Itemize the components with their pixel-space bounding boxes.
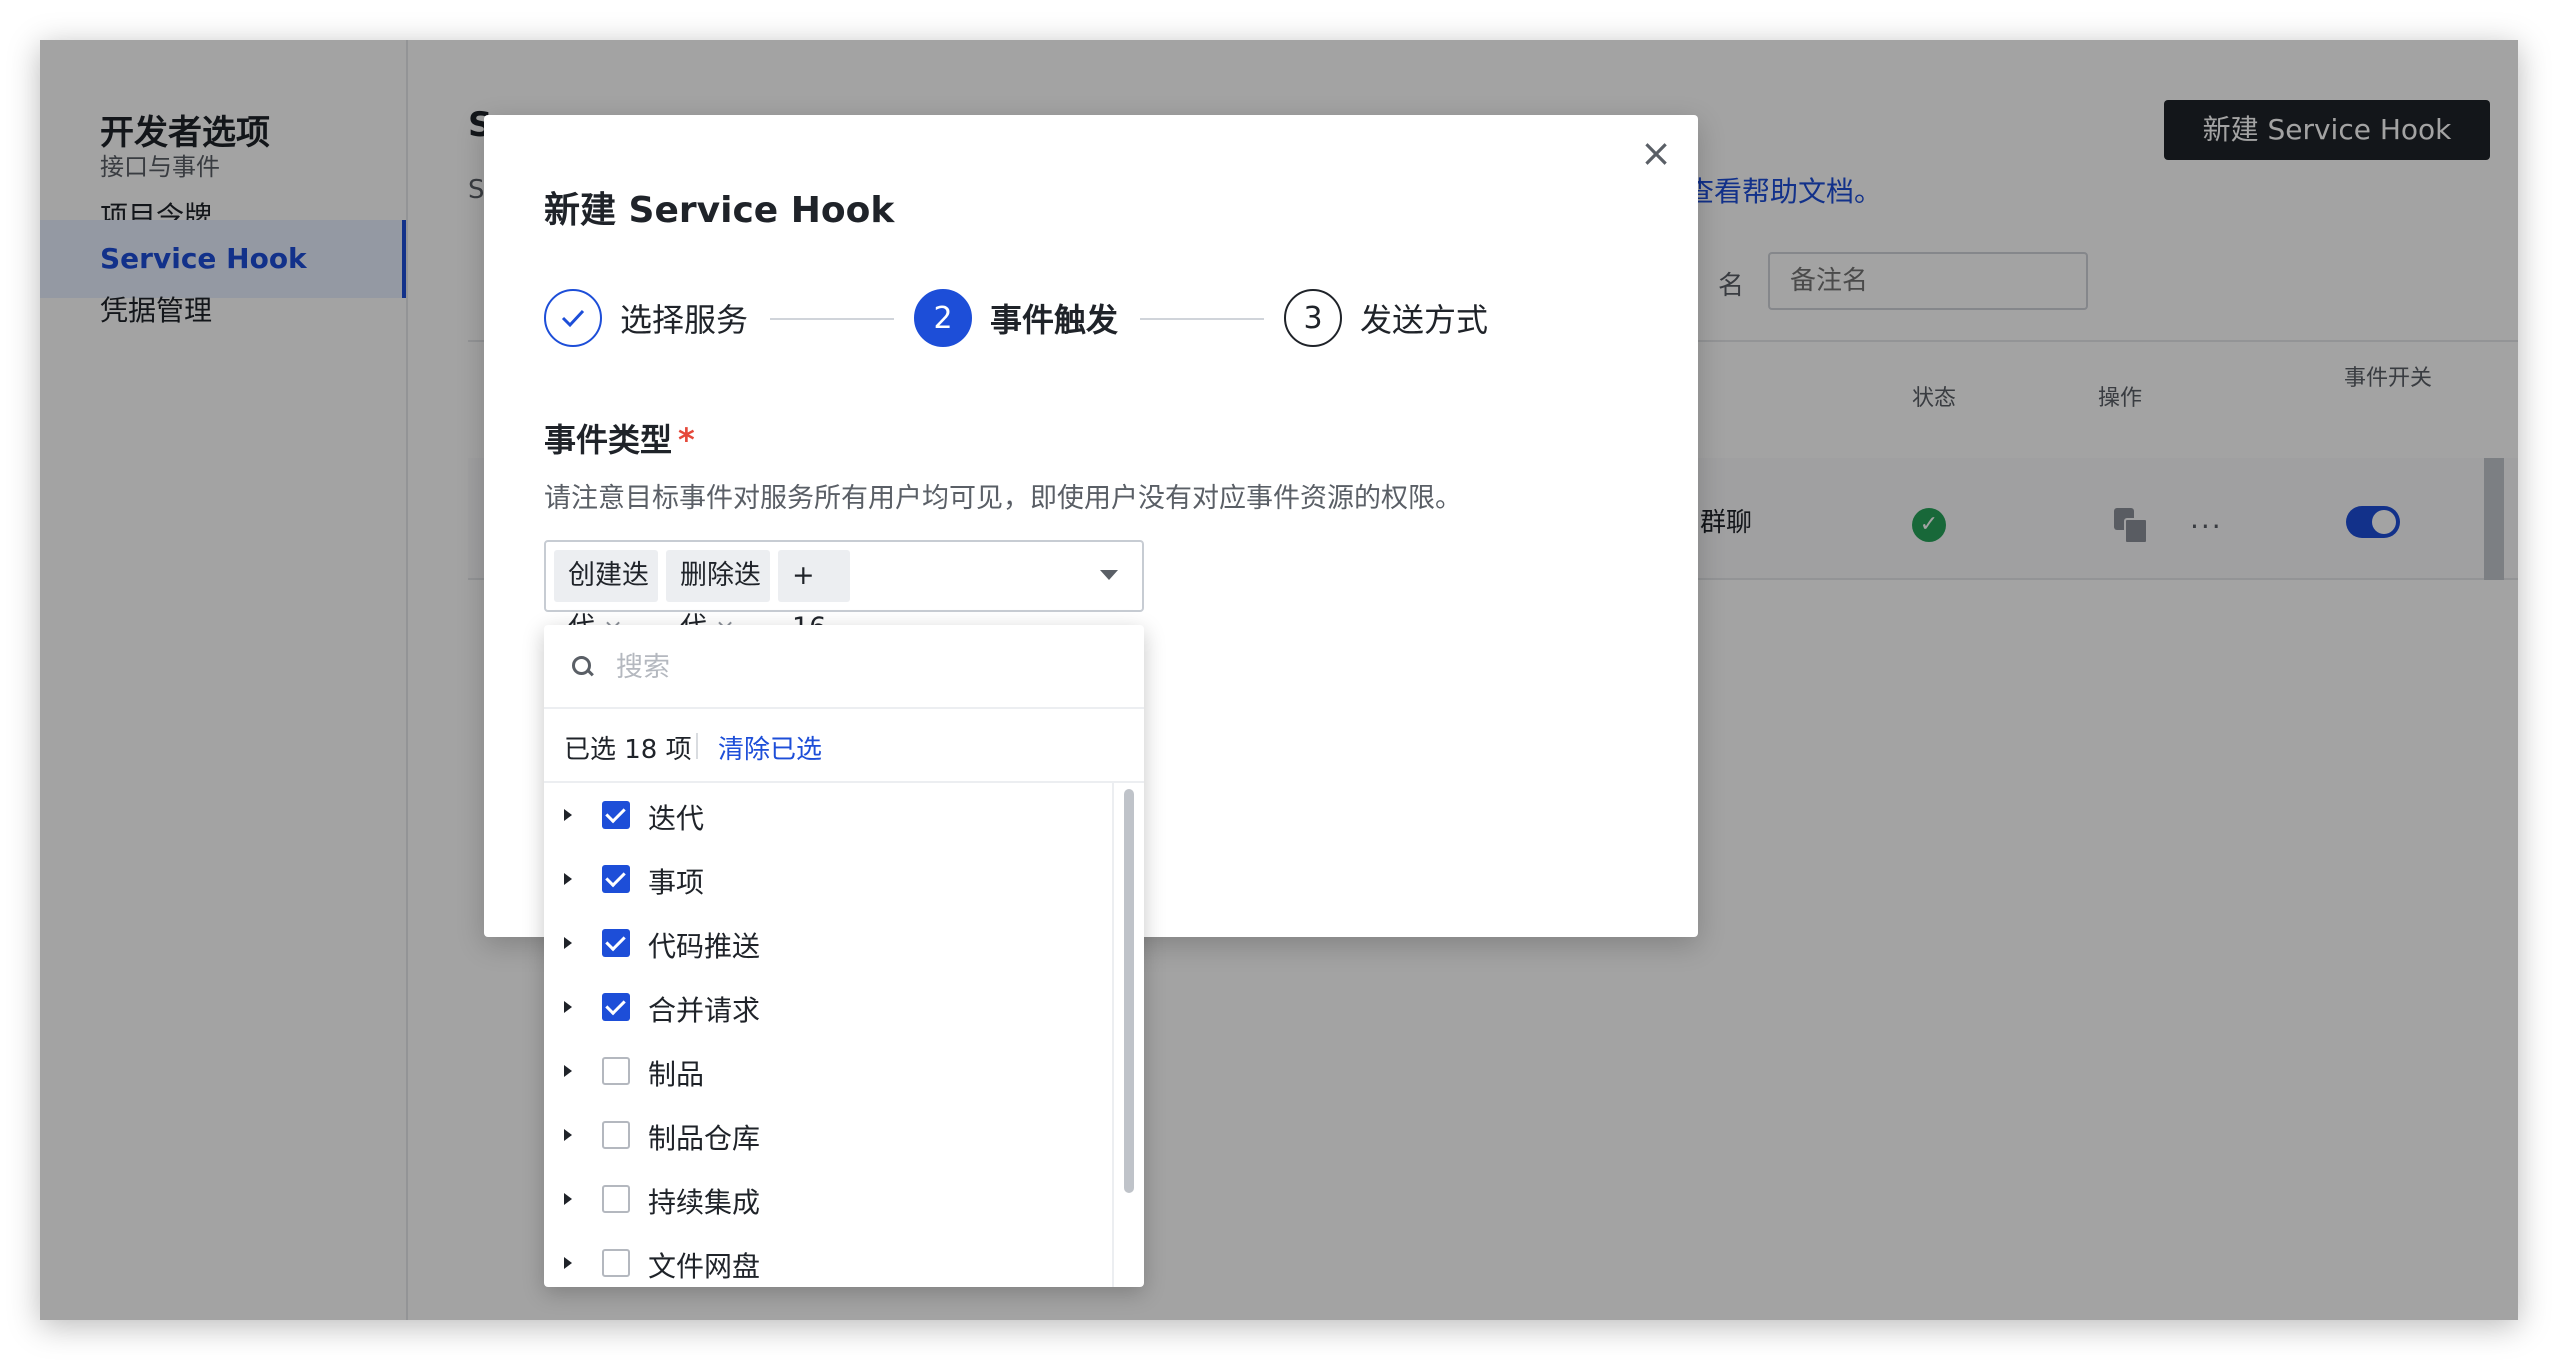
checkbox[interactable] [602, 801, 630, 829]
checkbox[interactable] [602, 993, 630, 1021]
caret-right-icon[interactable] [564, 1257, 572, 1269]
caret-right-icon[interactable] [564, 873, 572, 885]
clear-selection-button[interactable]: 清除已选 [718, 729, 822, 766]
required-mark: * [678, 421, 695, 459]
tree-item[interactable]: 制品 [544, 1039, 1112, 1103]
selected-tag: 删除迭代× [666, 550, 770, 643]
dropdown-scrollbar[interactable] [1112, 783, 1144, 1287]
checkbox[interactable] [602, 1185, 630, 1213]
selection-summary: 已选 18 项 清除已选 [544, 709, 1144, 783]
selected-count: 已选 18 项 [564, 735, 692, 765]
event-type-dropdown: 已选 18 项 清除已选 迭代 事项 代码推送 [544, 625, 1144, 1287]
check-icon [544, 289, 602, 347]
tree-item-label: 持续集成 [648, 1186, 761, 1219]
checkbox[interactable] [602, 1121, 630, 1149]
step-connector [1140, 318, 1264, 320]
step-connector [770, 318, 894, 320]
tree-item-label: 制品仓库 [648, 1122, 761, 1155]
step-select-service: 选择服务 [544, 287, 748, 349]
search-input[interactable] [614, 641, 1118, 693]
event-type-label: 事件类型 * [544, 421, 695, 459]
dropdown-search [544, 625, 1144, 709]
tree-item-label: 合并请求 [648, 994, 761, 1027]
checkbox[interactable] [602, 929, 630, 957]
tree-item[interactable]: 迭代 [544, 783, 1112, 847]
step-event-trigger: 2 事件触发 [914, 287, 1118, 349]
caret-right-icon[interactable] [564, 1065, 572, 1077]
tree-item[interactable]: 合并请求 [544, 975, 1112, 1039]
tree-item-label: 文件网盘 [648, 1250, 761, 1283]
selected-tag: 创建迭代× [554, 550, 658, 643]
step-send-method: 3 发送方式 [1284, 287, 1488, 349]
caret-right-icon[interactable] [564, 937, 572, 949]
caret-right-icon[interactable] [564, 1001, 572, 1013]
step-number: 2 [914, 289, 972, 347]
tree-item[interactable]: 事项 [544, 847, 1112, 911]
tree-item[interactable]: 制品仓库 [544, 1103, 1112, 1167]
caret-right-icon[interactable] [564, 1193, 572, 1205]
tree-item-label: 迭代 [648, 802, 705, 835]
checkbox[interactable] [602, 1057, 630, 1085]
divider [696, 733, 698, 759]
step-label: 发送方式 [1360, 301, 1489, 339]
tree-item-label: 事项 [648, 866, 705, 899]
step-number: 3 [1284, 289, 1342, 347]
tree-item-label: 代码推送 [648, 930, 761, 963]
tree-item-label: 制品 [648, 1058, 705, 1091]
app-window: 开发者选项 接口与事件 项目令牌 Service Hook 凭据管理 S S 查… [40, 40, 2518, 1320]
caret-right-icon[interactable] [564, 1129, 572, 1141]
tree-item[interactable]: 文件网盘 [544, 1231, 1112, 1287]
more-tags-badge[interactable]: + 16 ... [778, 550, 850, 695]
modal-title: 新建 Service Hook [544, 190, 895, 231]
scrollbar-thumb[interactable] [1124, 789, 1134, 1193]
checkbox[interactable] [602, 865, 630, 893]
event-type-hint: 请注意目标事件对服务所有用户均可见，即使用户没有对应事件资源的权限。 [544, 483, 1462, 514]
event-type-select[interactable]: 创建迭代× 删除迭代× + 16 ... [544, 540, 1144, 695]
search-icon [572, 656, 594, 677]
step-label: 选择服务 [620, 301, 749, 339]
close-icon[interactable]: × [1640, 131, 1672, 175]
step-label: 事件触发 [990, 301, 1119, 339]
caret-right-icon[interactable] [564, 809, 572, 821]
checkbox[interactable] [602, 1249, 630, 1277]
tree-item[interactable]: 持续集成 [544, 1167, 1112, 1231]
tree-item[interactable]: 代码推送 [544, 911, 1112, 975]
chevron-down-icon[interactable] [1100, 570, 1118, 580]
